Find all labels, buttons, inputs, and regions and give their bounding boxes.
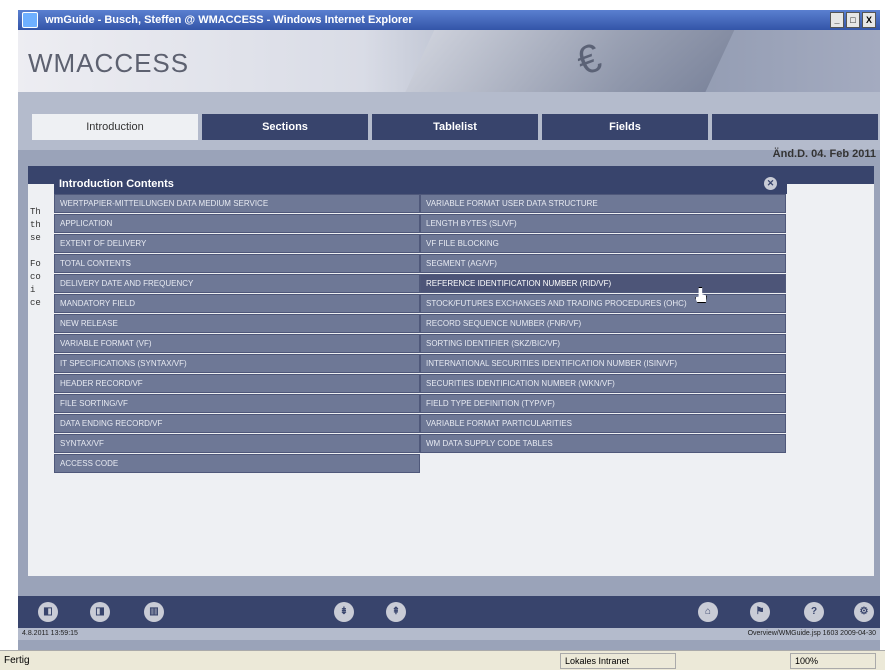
contents-link[interactable]: STOCK/FUTURES EXCHANGES AND TRADING PROC…	[420, 294, 786, 313]
tab-introduction[interactable]: Introduction	[32, 114, 198, 140]
contents-link[interactable]: VARIABLE FORMAT (VF)	[54, 334, 420, 353]
print-icon[interactable]: ◧	[38, 602, 58, 622]
bg-line: se	[30, 233, 41, 243]
bottom-toolbar: ◧ ◨ ▥ ⇟ ⇞ ⌂ ⚑ ? ⚙	[18, 596, 880, 628]
bg-line: Th	[30, 207, 41, 217]
contents-link[interactable]: SORTING IDENTIFIER (SKZ/BIC/VF)	[420, 334, 786, 353]
bg-line	[30, 245, 41, 258]
tab-empty[interactable]	[712, 114, 878, 140]
ie-icon	[22, 12, 38, 28]
background-text: Th th se Fo co i ce	[30, 206, 41, 310]
page-up-icon[interactable]: ⇞	[386, 602, 406, 622]
bg-line: Fo	[30, 259, 41, 269]
contents-link[interactable]: NEW RELEASE	[54, 314, 420, 333]
contents-link[interactable]: EXTENT OF DELIVERY	[54, 234, 420, 253]
export-icon[interactable]: ◨	[90, 602, 110, 622]
tab-fields[interactable]: Fields	[542, 114, 708, 140]
status-text: Fertig	[4, 655, 30, 666]
maximize-button[interactable]: □	[846, 12, 860, 28]
home-icon[interactable]: ⌂	[698, 602, 718, 622]
page-down-icon[interactable]: ⇟	[334, 602, 354, 622]
minimize-button[interactable]: _	[830, 12, 844, 28]
header-banner: € WMACCESS	[18, 30, 880, 92]
contents-link[interactable]: APPLICATION	[54, 214, 420, 233]
left-column: WERTPAPIER-MITTEILUNGEN DATA MEDIUM SERV…	[54, 194, 420, 474]
footer-info: 4.8.2011 13:59:15 Overview/WMGuide.jsp 1…	[18, 628, 880, 640]
contents-link[interactable]: IT SPECIFICATIONS (SYNTAX/VF)	[54, 354, 420, 373]
status-bar: Fertig Lokales Intranet 100%	[0, 650, 885, 670]
contents-link[interactable]: VF FILE BLOCKING	[420, 234, 786, 253]
zoom-control[interactable]: 100%	[790, 653, 876, 669]
contents-link[interactable]: REFERENCE IDENTIFICATION NUMBER (RID/VF)	[420, 274, 786, 293]
panel-header: Introduction Contents ✕	[54, 174, 787, 194]
settings-icon[interactable]: ⚙	[854, 602, 874, 622]
bg-line: th	[30, 220, 41, 230]
contents-link[interactable]: SYNTAX/VF	[54, 434, 420, 453]
window-title: wmGuide - Busch, Steffen @ WMACCESS - Wi…	[45, 14, 413, 26]
contents-link[interactable]: WERTPAPIER-MITTEILUNGEN DATA MEDIUM SERV…	[54, 194, 420, 213]
tab-tablelist[interactable]: Tablelist	[372, 114, 538, 140]
contents-link[interactable]: MANDATORY FIELD	[54, 294, 420, 313]
contents-link[interactable]: DATA ENDING RECORD/VF	[54, 414, 420, 433]
contents-link[interactable]: SEGMENT (AG/VF)	[420, 254, 786, 273]
contents-link[interactable]: DELIVERY DATE AND FREQUENCY	[54, 274, 420, 293]
bg-line: co	[30, 272, 41, 282]
tab-bar: Introduction Sections Tablelist Fields	[18, 92, 880, 150]
right-column: VARIABLE FORMAT USER DATA STRUCTURE LENGT…	[420, 194, 786, 454]
contents-link[interactable]: HEADER RECORD/VF	[54, 374, 420, 393]
window-titlebar: wmGuide - Busch, Steffen @ WMACCESS - Wi…	[18, 10, 880, 30]
contents-link[interactable]: ACCESS CODE	[54, 454, 420, 473]
contents-link[interactable]: LENGTH BYTES (SL/VF)	[420, 214, 786, 233]
contents-link[interactable]: VARIABLE FORMAT PARTICULARITIES	[420, 414, 786, 433]
footer-timestamp: 4.8.2011 13:59:15	[22, 630, 78, 637]
app-logo: WMACCESS	[28, 48, 190, 78]
contents-link[interactable]: FIELD TYPE DEFINITION (TYP/VF)	[420, 394, 786, 413]
contents-link[interactable]: FILE SORTING/VF	[54, 394, 420, 413]
window-controls: _ □ X	[830, 12, 876, 28]
revision-date: Änd.D. 04. Feb 2011	[772, 148, 876, 160]
zone-indicator: Lokales Intranet	[560, 653, 676, 669]
contents-link[interactable]: RECORD SEQUENCE NUMBER (FNR/VF)	[420, 314, 786, 333]
panel-title: Introduction Contents	[59, 178, 174, 190]
close-icon[interactable]: ✕	[764, 177, 777, 190]
bg-line: ce	[30, 298, 41, 308]
contents-link[interactable]: TOTAL CONTENTS	[54, 254, 420, 273]
introduction-contents-panel: Introduction Contents ✕ WERTPAPIER-MITTE…	[54, 174, 787, 473]
contents-link[interactable]: SECURITIES IDENTIFICATION NUMBER (WKN/VF…	[420, 374, 786, 393]
footer-path: Overview/WMGuide.jsp 1603 2009-04-30	[747, 630, 876, 637]
contents-link[interactable]: VARIABLE FORMAT USER DATA STRUCTURE	[420, 194, 786, 213]
bg-line: i	[30, 285, 36, 295]
close-window-button[interactable]: X	[862, 12, 876, 28]
contents-link[interactable]: INTERNATIONAL SECURITIES IDENTIFICATION …	[420, 354, 786, 373]
contents-link[interactable]: WM DATA SUPPLY CODE TABLES	[420, 434, 786, 453]
book-icon[interactable]: ▥	[144, 602, 164, 622]
tab-sections[interactable]: Sections	[202, 114, 368, 140]
flag-icon[interactable]: ⚑	[750, 602, 770, 622]
banner-graphic	[387, 30, 749, 92]
help-icon[interactable]: ?	[804, 602, 824, 622]
